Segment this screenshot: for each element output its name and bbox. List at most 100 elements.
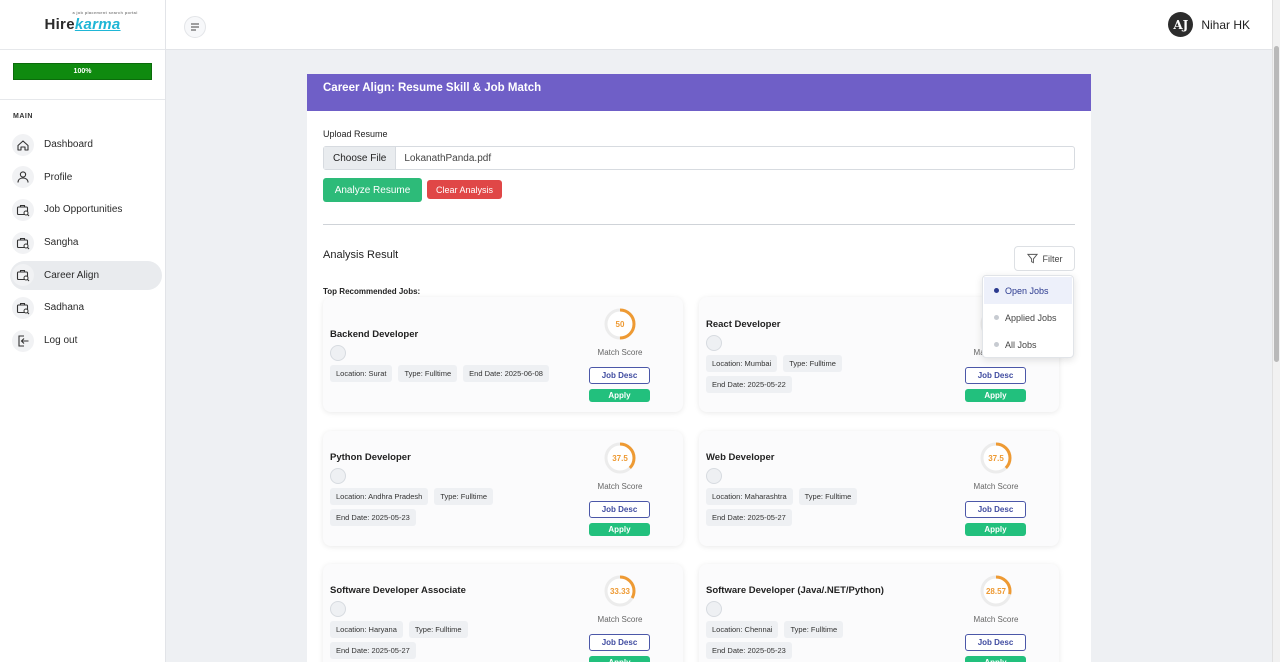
sidebar-item-career-align[interactable]: Career Align	[10, 260, 162, 290]
filter-option-label: Applied Jobs	[1005, 312, 1057, 323]
sidebar-item-label: Job Opportunities	[44, 204, 123, 216]
job-card: Web Developer Location: Maharashtra Type: …	[699, 431, 1059, 546]
job-end-date: End Date: 2025-05-23	[706, 642, 792, 659]
briefcase-search-icon	[12, 198, 34, 221]
job-desc-button[interactable]: Job Desc	[965, 501, 1026, 518]
resume-file-input[interactable]: Choose File LokanathPanda.pdf	[323, 146, 1075, 170]
filter-option-label: Open Jobs	[1005, 285, 1049, 296]
job-title: Software Developer Associate	[330, 585, 466, 596]
job-location: Location: Andhra Pradesh	[330, 488, 429, 505]
profile-progress-bar: 100%	[13, 63, 152, 80]
analysis-result-title: Analysis Result	[323, 249, 399, 261]
match-score-label: Match Score	[597, 615, 643, 624]
match-score-ring: 37.5	[979, 441, 1013, 475]
job-location: Location: Maharashtra	[706, 488, 793, 505]
job-desc-button[interactable]: Job Desc	[589, 367, 650, 384]
apply-button[interactable]: Apply	[589, 656, 650, 662]
job-type: Type: Fulltime	[398, 365, 458, 382]
job-card: Software Developer (Java/.NET/Python) Loc…	[699, 564, 1059, 662]
logo-karma: karma	[74, 16, 121, 33]
filter-option-applied-jobs[interactable]: Applied Jobs	[984, 304, 1072, 331]
job-location: Location: Surat	[330, 365, 393, 382]
sidebar-item-label: Career Align	[44, 269, 100, 281]
logout-icon	[12, 329, 34, 352]
sidebar-nav: Dashboard Profile Job Opportunities Sangha C…	[10, 130, 162, 359]
sidebar-item-log-out[interactable]: Log out	[10, 326, 162, 355]
company-logo-placeholder	[706, 468, 722, 484]
briefcase-search-icon	[12, 296, 34, 319]
filter-button[interactable]: Filter	[1014, 246, 1075, 271]
avatar: AJ	[1168, 12, 1194, 37]
sidebar: a job placement search portal Hirekarma …	[0, 0, 166, 662]
job-desc-button[interactable]: Job Desc	[965, 634, 1026, 651]
filter-label: Filter	[1042, 253, 1063, 264]
user-menu[interactable]: AJ Nihar HK	[1168, 12, 1250, 37]
apply-button[interactable]: Apply	[965, 389, 1026, 402]
hamburger-icon	[191, 23, 199, 31]
logo-hire: Hire	[44, 16, 75, 33]
scrollbar-thumb[interactable]	[1274, 46, 1279, 362]
briefcase-search-icon	[12, 231, 34, 254]
filter-icon	[1026, 253, 1038, 264]
upload-label: Upload Resume	[323, 129, 388, 139]
top-jobs-label: Top Recommended Jobs:	[323, 287, 421, 296]
sidebar-item-label: Sadhana	[44, 302, 85, 314]
sidebar-item-profile[interactable]: Profile	[10, 163, 162, 192]
apply-button[interactable]: Apply	[965, 656, 1026, 662]
sidebar-item-sadhana[interactable]: Sadhana	[10, 293, 162, 322]
match-score-value: 33.33	[609, 586, 631, 596]
match-score-ring: 50	[603, 307, 637, 341]
match-score-value: 37.5	[612, 453, 628, 463]
job-type: Type: Fulltime	[434, 488, 493, 505]
job-location: Location: Mumbai	[706, 355, 778, 372]
sidebar-item-label: Sangha	[44, 237, 79, 249]
job-card: Backend Developer Location: Surat Type: Fu…	[323, 297, 683, 412]
match-score-value: 37.5	[988, 453, 1004, 463]
match-score-label: Match Score	[973, 615, 1019, 624]
job-card: Python Developer Location: Andhra Pradesh…	[323, 431, 683, 546]
job-title: Backend Developer	[330, 329, 419, 340]
apply-button[interactable]: Apply	[965, 523, 1026, 536]
job-desc-button[interactable]: Job Desc	[589, 634, 650, 651]
job-type: Type: Fulltime	[798, 488, 858, 505]
apply-button[interactable]: Apply	[589, 523, 650, 536]
nav-section-label: MAIN	[13, 113, 33, 120]
home-icon	[12, 133, 34, 156]
job-desc-button[interactable]: Job Desc	[965, 367, 1026, 384]
sidebar-item-sangha[interactable]: Sangha	[10, 228, 162, 257]
match-score-label: Match Score	[597, 348, 643, 357]
job-title: Software Developer (Java/.NET/Python)	[706, 585, 884, 596]
job-end-date: End Date: 2025-05-22	[706, 376, 792, 393]
user-icon	[12, 166, 34, 189]
bullet-icon	[994, 288, 999, 293]
bullet-icon	[994, 342, 999, 347]
job-end-date: End Date: 2025-06-08	[463, 365, 549, 382]
clear-analysis-button[interactable]: Clear Analysis	[427, 180, 502, 199]
filter-dropdown: Open Jobs Applied Jobs All Jobs	[982, 275, 1074, 358]
job-desc-button[interactable]: Job Desc	[589, 501, 650, 518]
menu-toggle-button[interactable]	[184, 16, 206, 38]
sidebar-item-job-opportunities[interactable]: Job Opportunities	[10, 195, 162, 224]
match-score-value: 50	[615, 319, 625, 329]
sidebar-item-dashboard[interactable]: Dashboard	[10, 130, 162, 159]
sidebar-item-label: Dashboard	[44, 139, 93, 150]
job-title: Web Developer	[706, 452, 775, 463]
job-card: Software Developer Associate Location: Ha…	[323, 564, 683, 662]
match-score-ring: 33.33	[603, 574, 637, 608]
match-score-label: Match Score	[973, 482, 1019, 491]
bullet-icon	[994, 315, 999, 320]
job-type: Type: Fulltime	[408, 621, 468, 638]
company-logo-placeholder	[330, 468, 346, 484]
filter-option-open-jobs[interactable]: Open Jobs	[984, 277, 1072, 304]
filter-option-all-jobs[interactable]: All Jobs	[984, 331, 1072, 358]
job-location: Location: Haryana	[330, 621, 403, 638]
match-score-ring: 37.5	[603, 441, 637, 475]
job-end-date: End Date: 2025-05-27	[706, 509, 792, 526]
page-scrollbar[interactable]	[1272, 0, 1280, 662]
apply-button[interactable]: Apply	[589, 389, 650, 402]
choose-file-button[interactable]: Choose File	[324, 147, 397, 169]
analyze-resume-button[interactable]: Analyze Resume	[323, 178, 422, 202]
logo[interactable]: a job placement search portal Hirekarma	[0, 0, 165, 50]
briefcase-search-icon	[12, 264, 34, 287]
job-type: Type: Fulltime	[783, 355, 842, 372]
